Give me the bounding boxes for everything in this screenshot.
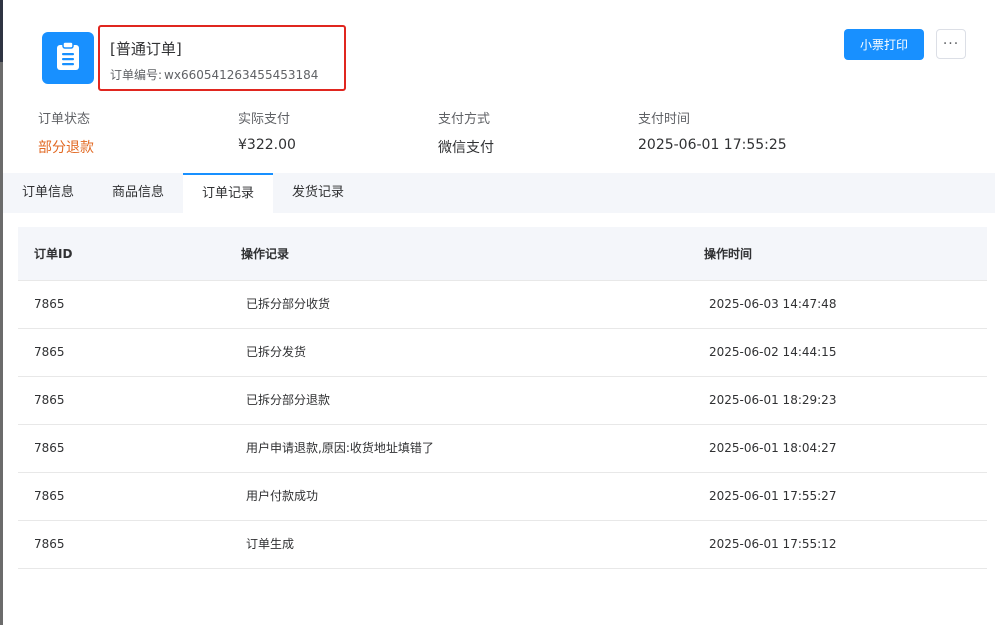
order-header: [普通订单] 订单编号: wx660541263455453184 小票打印 ··… [0, 0, 995, 172]
order-number-value: wx660541263455453184 [164, 68, 319, 82]
cell-action: 用户申请退款,原因:收货地址填错了 [246, 441, 434, 455]
summary-payment-method: 支付方式 微信支付 [438, 108, 494, 157]
cell-time: 2025-06-01 18:29:23 [709, 393, 837, 407]
order-number-label: 订单编号: [110, 68, 163, 82]
cell-order-id: 7865 [34, 393, 65, 407]
column-header-time: 操作时间 [704, 247, 753, 261]
cell-action: 已拆分发货 [246, 345, 307, 359]
table-row: 7865 已拆分部分收货 2025-06-03 14:47:48 [18, 281, 987, 329]
table-header: 订单ID 操作记录 操作时间 [18, 227, 987, 281]
cell-time: 2025-06-01 17:55:12 [709, 537, 837, 551]
column-header-order-id: 订单ID [34, 247, 73, 261]
table-row: 7865 订单生成 2025-06-01 17:55:12 [18, 521, 987, 569]
cell-order-id: 7865 [34, 297, 65, 311]
summary-label: 实际支付 [238, 112, 291, 127]
cell-order-id: 7865 [34, 345, 65, 359]
summary-order-status: 订单状态 部分退款 [38, 108, 94, 157]
table-row: 7865 已拆分发货 2025-06-02 14:44:15 [18, 329, 987, 377]
summary-label: 支付方式 [438, 112, 491, 127]
cell-time: 2025-06-03 14:47:48 [709, 297, 837, 311]
cell-action: 用户付款成功 [246, 489, 319, 503]
cell-order-id: 7865 [34, 441, 65, 455]
cell-action: 已拆分部分收货 [246, 297, 331, 311]
column-header-action: 操作记录 [241, 247, 290, 261]
table-row: 7865 用户付款成功 2025-06-01 17:55:27 [18, 473, 987, 521]
tab-shipping-records[interactable]: 发货记录 [273, 173, 363, 213]
tab-product-info[interactable]: 商品信息 [93, 173, 183, 213]
order-number: 订单编号: wx660541263455453184 [110, 66, 318, 83]
cell-action: 已拆分部分退款 [246, 393, 331, 407]
cell-time: 2025-06-01 17:55:27 [709, 489, 837, 503]
payment-amount: ¥322.00 [238, 137, 296, 153]
order-type-title: [普通订单] [110, 40, 182, 58]
cell-time: 2025-06-01 18:04:27 [709, 441, 837, 455]
cell-action: 订单生成 [246, 537, 295, 551]
summary-payment-time: 支付时间 2025-06-01 17:55:25 [638, 108, 787, 153]
status-value: 部分退款 [38, 140, 94, 156]
tab-order-records[interactable]: 订单记录 [183, 173, 273, 213]
order-logo [42, 32, 94, 84]
summary-label: 订单状态 [38, 112, 91, 127]
order-records-table: 订单ID 操作记录 操作时间 7865 已拆分部分收货 2025-06-03 1… [18, 227, 987, 569]
summary-actual-payment: 实际支付 ¥322.00 [238, 108, 296, 153]
payment-time-value: 2025-06-01 17:55:25 [638, 137, 787, 153]
more-options-button[interactable]: ··· [936, 29, 966, 59]
cell-time: 2025-06-02 14:44:15 [709, 345, 837, 359]
table-row: 7865 用户申请退款,原因:收货地址填错了 2025-06-01 18:04:… [18, 425, 987, 473]
payment-method-value: 微信支付 [438, 140, 494, 156]
summary-label: 支付时间 [638, 112, 691, 127]
tab-order-info[interactable]: 订单信息 [3, 173, 93, 213]
print-receipt-button[interactable]: 小票打印 [844, 29, 924, 60]
cell-order-id: 7865 [34, 537, 65, 551]
detail-tabs: 订单信息 商品信息 订单记录 发货记录 [3, 173, 995, 213]
cell-order-id: 7865 [34, 489, 65, 503]
table-row: 7865 已拆分部分退款 2025-06-01 18:29:23 [18, 377, 987, 425]
clipboard-icon [55, 41, 81, 75]
